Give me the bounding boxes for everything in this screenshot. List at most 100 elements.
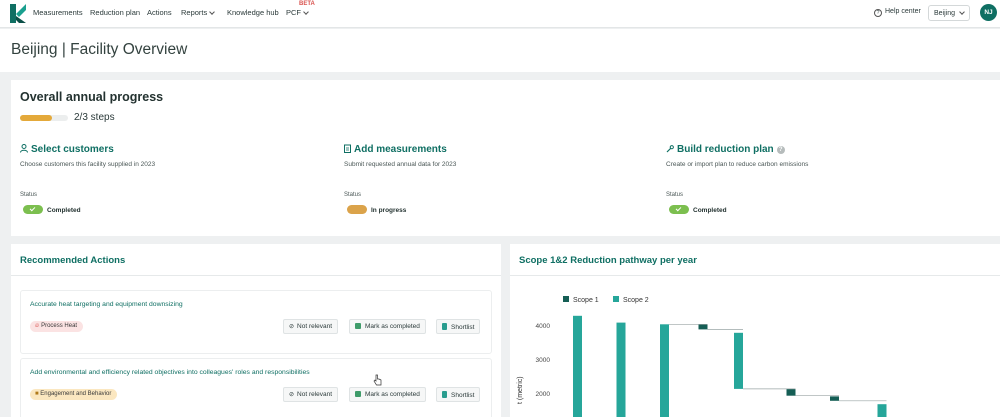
top-navigation: Measurements Reduction plan Actions Repo…	[0, 0, 1000, 28]
in-progress-toggle-icon	[347, 205, 367, 214]
action-title-link[interactable]: Accurate heat targeting and equipment do…	[30, 301, 183, 308]
clipboard-icon	[344, 144, 351, 153]
facility-select-value: Beijing	[934, 10, 956, 17]
mark-completed-label: Mark as completed	[365, 323, 420, 330]
check-box-icon	[355, 323, 361, 329]
action-card: Add environmental and efficiency related…	[20, 358, 492, 417]
eye-off-icon: ⊘	[289, 392, 295, 398]
info-icon[interactable]: ?	[776, 146, 785, 154]
progress-bar	[20, 115, 68, 121]
annual-progress-card: Overall annual progress 2/3 steps Select…	[11, 80, 1000, 236]
step-title-link[interactable]: Add measurements	[344, 144, 447, 155]
check-toggle-icon	[23, 205, 43, 214]
shortlist-label: Shortlist	[451, 324, 475, 331]
progress-steps-text: 2/3 steps	[74, 112, 115, 123]
shortlist-button[interactable]: Shortlist	[436, 387, 481, 402]
bookmark-icon	[442, 391, 447, 398]
wrench-icon	[666, 145, 674, 153]
chart-bar	[830, 396, 839, 401]
not-relevant-label: Not relevant	[297, 323, 333, 330]
step-add-measurements: Add measurements Submit requested annual…	[344, 144, 644, 224]
action-title-link[interactable]: Add environmental and efficiency related…	[30, 369, 310, 376]
step-title-link[interactable]: Build reduction plan?	[666, 144, 785, 155]
chevron-down-icon	[209, 9, 216, 15]
step-description: Create or import plan to reduce carbon e…	[666, 161, 809, 168]
mark-completed-label: Mark as completed	[365, 391, 420, 398]
page-title: Beijing | Facility Overview	[11, 41, 188, 58]
status-label: Status	[344, 192, 362, 198]
shortlist-label: Shortlist	[451, 392, 475, 399]
legend-swatch	[563, 296, 569, 302]
progress-heading: Overall annual progress	[20, 90, 164, 104]
category-tag-label: Process Heat	[41, 323, 78, 329]
mark-completed-button[interactable]: Mark as completed	[349, 387, 426, 402]
nav-measurements[interactable]: Measurements	[33, 8, 83, 17]
flame-icon: 🔥︎	[35, 323, 40, 329]
help-center-link[interactable]: ? Help center	[874, 8, 921, 17]
y-axis-label: t (metric)	[517, 376, 524, 404]
chevron-down-icon	[959, 9, 965, 15]
mark-completed-button[interactable]: Mark as completed	[349, 319, 426, 334]
divider	[11, 275, 501, 276]
y-tick-label: 3000	[536, 357, 551, 364]
app-logo[interactable]	[10, 4, 26, 23]
status-badge: Completed	[23, 205, 81, 214]
nav-pcf[interactable]: PCF	[286, 8, 309, 17]
legend-label: Scope 2	[623, 297, 649, 304]
step-title-label: Select customers	[31, 144, 114, 155]
y-tick-label: 2000	[536, 391, 551, 398]
nav-knowledge-hub[interactable]: Knowledge hub	[227, 8, 279, 17]
not-relevant-button[interactable]: ⊘ Not relevant	[283, 319, 339, 334]
step-title-link[interactable]: Select customers	[20, 144, 114, 155]
nav-actions[interactable]: Actions	[147, 8, 172, 17]
chart-bar	[660, 324, 669, 417]
nav-reports-label: Reports	[181, 8, 208, 17]
beta-badge: BETA	[299, 1, 315, 7]
not-relevant-button[interactable]: ⊘ Not relevant	[283, 387, 339, 402]
nav-reduction-plan[interactable]: Reduction plan	[90, 8, 140, 17]
bookmark-icon	[442, 323, 447, 330]
eye-off-icon: ⊘	[289, 324, 295, 330]
step-build-reduction-plan: Build reduction plan? Create or import p…	[666, 144, 966, 224]
nav-pcf-label: PCF	[286, 8, 301, 17]
step-select-customers: Select customers Choose customers this f…	[20, 144, 320, 224]
reduction-pathway-chart: Scope 1 Scope 2 2000 3000 4000 t (metric)	[517, 296, 887, 417]
user-avatar[interactable]: NJ	[980, 4, 997, 21]
chart-bar	[573, 315, 582, 417]
status-text: Completed	[693, 207, 727, 214]
people-icon: ■	[35, 391, 39, 397]
question-icon: ?	[874, 9, 882, 17]
chart-bar	[698, 324, 708, 330]
legend-swatch	[613, 296, 619, 302]
progress-bar-fill	[20, 115, 53, 121]
recommended-actions-panel: Recommended Actions Accurate heat target…	[11, 244, 501, 417]
user-icon	[20, 144, 28, 153]
chart-bar	[786, 388, 796, 396]
check-toggle-icon	[669, 205, 689, 214]
shortlist-button[interactable]: Shortlist	[436, 319, 481, 334]
chevron-down-icon	[303, 9, 309, 15]
y-tick-label: 4000	[536, 323, 551, 330]
chart-bar	[734, 332, 743, 389]
status-text: In progress	[371, 207, 407, 214]
not-relevant-label: Not relevant	[297, 391, 333, 398]
step-title-label: Add measurements	[354, 144, 447, 155]
step-description: Choose customers this facility supplied …	[20, 161, 156, 168]
chart-bar	[616, 322, 626, 417]
status-text: Completed	[47, 207, 81, 214]
page-header: Beijing | Facility Overview	[0, 29, 1000, 72]
check-box-icon	[355, 391, 361, 397]
nav-reports[interactable]: Reports	[181, 8, 216, 17]
help-center-label: Help center	[885, 8, 921, 15]
chart-bar	[877, 404, 887, 417]
reduction-pathway-panel: Scope 1&2 Reduction pathway per year Sco…	[510, 244, 1000, 417]
category-tag: ■ Engagement and Behavior	[30, 389, 118, 400]
status-badge: Completed	[669, 205, 727, 214]
category-tag-label: Engagement and Behavior	[40, 391, 112, 397]
action-card: Accurate heat targeting and equipment do…	[20, 290, 492, 354]
status-label: Status	[20, 192, 38, 198]
category-tag: 🔥︎ Process Heat	[30, 321, 84, 332]
facility-select[interactable]: Beijing	[928, 5, 970, 21]
status-badge: In progress	[347, 205, 406, 214]
hand-cursor-icon	[373, 374, 382, 386]
